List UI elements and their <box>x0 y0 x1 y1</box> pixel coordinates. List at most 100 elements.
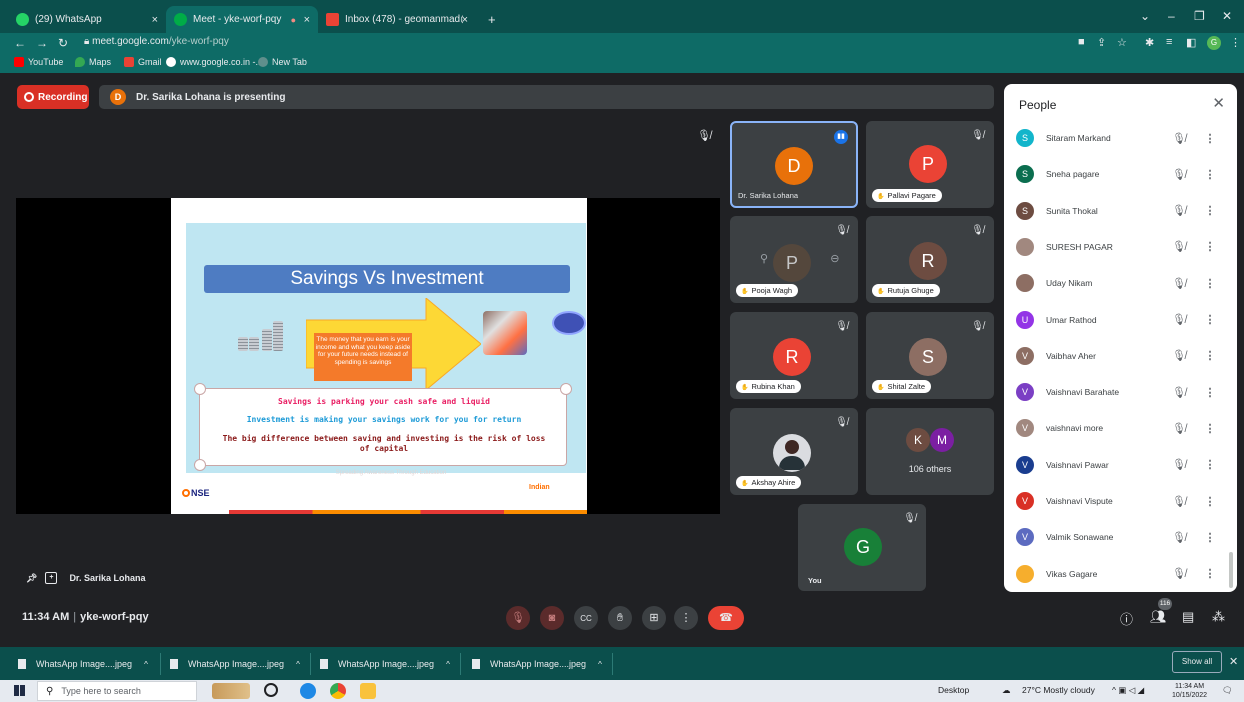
camera-icon[interactable]: ■ <box>1078 36 1085 48</box>
more-vert-icon[interactable]: ⋮ <box>1200 567 1220 580</box>
more-vert-icon[interactable]: ⋮ <box>1200 204 1220 217</box>
participant-row[interactable]: U Umar Rathod 🎙︎̸ ⋮ <box>1016 302 1226 338</box>
bookmark-gmail[interactable]: Gmail <box>124 57 162 67</box>
mic-off-icon[interactable]: 🎙︎̸ <box>1158 531 1200 544</box>
close-icon[interactable]: × <box>462 14 468 26</box>
participant-row[interactable]: S Sunita Thokal 🎙︎̸ ⋮ <box>1016 193 1226 229</box>
notifications-icon[interactable]: 🗨︎ <box>1222 685 1233 696</box>
mic-off-icon[interactable]: 🎙︎̸ <box>1158 204 1200 217</box>
mic-toggle-button[interactable]: 🎙︎ <box>506 606 530 630</box>
participant-tile[interactable]: 🎙︎̸ Akshay Ahire <box>730 408 858 495</box>
participant-row[interactable]: Vikas Gagare 🎙︎̸ ⋮ <box>1016 556 1226 592</box>
participant-row[interactable]: SURESH PAGAR 🎙︎̸ ⋮ <box>1016 229 1226 265</box>
participant-tile[interactable]: 🎙︎̸ P Pallavi Pagare <box>866 121 994 208</box>
menu-icon[interactable]: ⋮ <box>1230 36 1241 49</box>
camera-toggle-button[interactable]: ◙ <box>540 606 564 630</box>
taskbar-thumbnail[interactable] <box>212 683 250 699</box>
raise-hand-button[interactable]: ✋︎ <box>608 606 632 630</box>
mic-off-icon[interactable]: 🎙︎̸ <box>1158 422 1200 435</box>
mic-off-icon[interactable]: 🎙︎̸ <box>1158 495 1200 508</box>
weather-text[interactable]: 27°C Mostly cloudy <box>1022 685 1095 695</box>
mic-off-icon[interactable]: 🎙︎̸ <box>1158 277 1200 290</box>
chevron-up-icon[interactable]: ^ <box>144 660 148 669</box>
activities-icon[interactable]: ⁂ <box>1212 609 1225 625</box>
download-item[interactable]: WhatsApp Image....jpeg ^ <box>472 656 602 672</box>
more-vert-icon[interactable]: ⋮ <box>1200 458 1220 471</box>
new-tab-button[interactable]: + <box>480 6 504 33</box>
participant-tile[interactable]: 🎙︎̸ R Rubina Khan <box>730 312 858 399</box>
mic-off-icon[interactable]: 🎙︎̸ <box>1158 168 1200 181</box>
close-shelf-icon[interactable]: ✕ <box>1229 655 1238 668</box>
chevron-up-icon[interactable]: ^ <box>598 660 602 669</box>
scrollbar[interactable] <box>1229 552 1233 588</box>
reading-list-icon[interactable]: ≡ <box>1166 36 1172 48</box>
participant-row[interactable]: V Valmik Sonawane 🎙︎̸ ⋮ <box>1016 519 1226 555</box>
participant-row[interactable]: S Sneha pagare 🎙︎̸ ⋮ <box>1016 156 1226 192</box>
taskbar-search[interactable]: ⚲ Type here to search <box>37 681 197 701</box>
tab-gmail[interactable]: Inbox (478) - geomanmad@gma × <box>318 6 476 33</box>
mic-off-icon[interactable]: 🎙︎̸ <box>1158 567 1200 580</box>
bookmark-google[interactable]: www.google.co.in -... <box>166 57 263 67</box>
cortana-icon[interactable] <box>264 683 278 697</box>
show-all-button[interactable]: Show all <box>1172 651 1222 673</box>
maximize-icon[interactable]: ❐ <box>1194 9 1205 23</box>
file-explorer-icon[interactable] <box>360 683 376 699</box>
participant-tile[interactable]: ▮▮ D Dr. Sarika Lohana <box>730 121 858 208</box>
close-icon[interactable]: × <box>304 14 310 26</box>
captions-button[interactable]: CC <box>574 606 598 630</box>
more-vert-icon[interactable]: ⋮ <box>1200 531 1220 544</box>
share-icon[interactable]: ⇪ <box>1097 36 1106 49</box>
tab-whatsapp[interactable]: (29) WhatsApp × <box>8 6 166 33</box>
tray-icons[interactable]: ^ ▣ ◁ ◢ <box>1112 685 1144 696</box>
download-item[interactable]: WhatsApp Image....jpeg ^ <box>170 656 300 672</box>
extensions-icon[interactable]: ✱ <box>1145 36 1154 49</box>
mic-off-icon[interactable]: 🎙︎̸ <box>1158 313 1200 326</box>
mic-off-icon[interactable]: 🎙︎̸ <box>1158 458 1200 471</box>
info-icon[interactable]: ⓘ <box>1120 609 1133 628</box>
minimize-icon[interactable]: – <box>1168 9 1175 23</box>
more-vert-icon[interactable]: ⋮ <box>1200 495 1220 508</box>
participant-row[interactable]: Vvaishnavi more 🎙︎̸ ⋮ <box>1016 410 1226 446</box>
leave-call-button[interactable]: ☎︎ <box>708 606 744 630</box>
profile-avatar[interactable]: G <box>1207 36 1221 50</box>
more-vert-icon[interactable]: ⋮ <box>1200 313 1220 326</box>
more-vert-icon[interactable]: ⋮ <box>1200 422 1220 435</box>
reload-icon[interactable]: ↻ <box>58 36 68 50</box>
recording-indicator[interactable]: Recording <box>17 85 89 109</box>
participant-tile[interactable]: 🎙︎̸ R Rutuja Ghuge <box>866 216 994 303</box>
more-vert-icon[interactable]: ⋮ <box>1200 277 1220 290</box>
forward-icon[interactable]: → <box>36 36 48 50</box>
mic-off-icon[interactable]: 🎙︎̸ <box>1158 349 1200 362</box>
side-panel-icon[interactable]: ◧ <box>1186 36 1196 49</box>
close-window-icon[interactable]: ✕ <box>1222 9 1232 23</box>
weather-icon[interactable]: ☁︎ <box>1002 685 1011 696</box>
participant-row[interactable]: V Vaishnavi Pawar 🎙︎̸ ⋮ <box>1016 447 1226 483</box>
back-icon[interactable]: ← <box>14 36 26 50</box>
close-icon[interactable]: ✕ <box>1212 94 1225 112</box>
participant-tile[interactable]: 🎙︎̸ S Shital Zalte <box>866 312 994 399</box>
taskbar-clock[interactable]: 11:34 AM 10/15/2022 <box>1172 682 1207 700</box>
tab-meet[interactable]: Meet - yke-worf-pqy ● × <box>166 6 318 33</box>
chat-icon[interactable]: ▤ <box>1182 609 1194 625</box>
star-icon[interactable]: ☆ <box>1117 36 1127 49</box>
chevron-up-icon[interactable]: ^ <box>296 660 300 669</box>
participant-tile[interactable]: 🎙︎̸ P ⚲ ⊖ Pooja Wagh <box>730 216 858 303</box>
self-tile[interactable]: 🎙︎̸ G You <box>798 504 926 591</box>
chevron-down-icon[interactable]: ⌄ <box>1140 9 1150 23</box>
more-options-button[interactable]: ⋮ <box>674 606 698 630</box>
more-vert-icon[interactable]: ⋮ <box>1200 240 1220 253</box>
url-field[interactable]: 🔒︎ meet.google.com/yke-worf-pqy <box>84 36 229 47</box>
participant-row[interactable]: V Vaishnavi Vispute 🎙︎̸ ⋮ <box>1016 483 1226 519</box>
mic-off-icon[interactable]: 🎙︎̸ <box>1158 132 1200 145</box>
download-item[interactable]: WhatsApp Image....jpeg ^ <box>320 656 450 672</box>
more-vert-icon[interactable]: ⋮ <box>1200 386 1220 399</box>
more-vert-icon[interactable]: ⋮ <box>1200 168 1220 181</box>
chrome-icon[interactable] <box>330 683 346 699</box>
pin-icon[interactable]: 📌︎ <box>26 573 37 584</box>
participant-row[interactable]: Uday Nikam 🎙︎̸ ⋮ <box>1016 265 1226 301</box>
download-item[interactable]: WhatsApp Image....jpeg ^ <box>18 656 148 672</box>
windows-start-icon[interactable] <box>14 685 25 696</box>
bookmark-youtube[interactable]: YouTube <box>14 57 63 67</box>
more-vert-icon[interactable]: ⋮ <box>1200 132 1220 145</box>
present-button[interactable]: ⊞ <box>642 606 666 630</box>
